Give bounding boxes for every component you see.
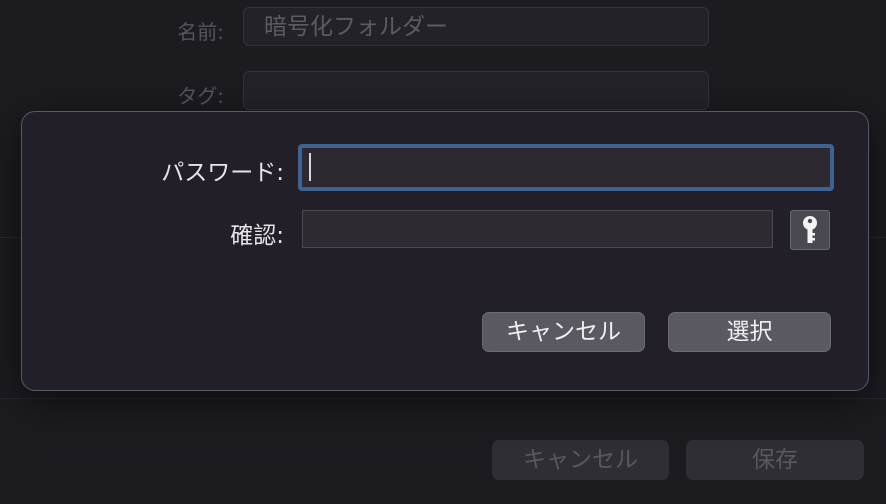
tags-label: タグ: <box>177 84 224 108</box>
name-field[interactable]: 暗号化フォルダー <box>243 7 709 46</box>
sheet-cancel-button[interactable]: キャンセル <box>492 440 669 480</box>
password-label: パスワード: <box>161 160 284 186</box>
verify-label: 確認: <box>230 223 284 249</box>
password-assistant-button[interactable] <box>790 210 830 250</box>
text-caret <box>309 153 311 181</box>
divider <box>0 398 886 399</box>
tags-field[interactable] <box>243 71 709 110</box>
sheet-save-button[interactable]: 保存 <box>686 440 864 480</box>
name-label: 名前: <box>177 20 224 44</box>
key-icon <box>803 216 817 243</box>
verify-field[interactable] <box>302 210 773 248</box>
dialog-cancel-button[interactable]: キャンセル <box>482 312 645 352</box>
password-field[interactable] <box>298 144 834 191</box>
save-sheet: 名前: 暗号化フォルダー タグ: キャンセル 保存 パスワード: 確認: キャン… <box>0 0 886 504</box>
password-dialog: パスワード: 確認: キャンセル 選択 <box>21 111 869 391</box>
choose-button[interactable]: 選択 <box>668 312 831 352</box>
